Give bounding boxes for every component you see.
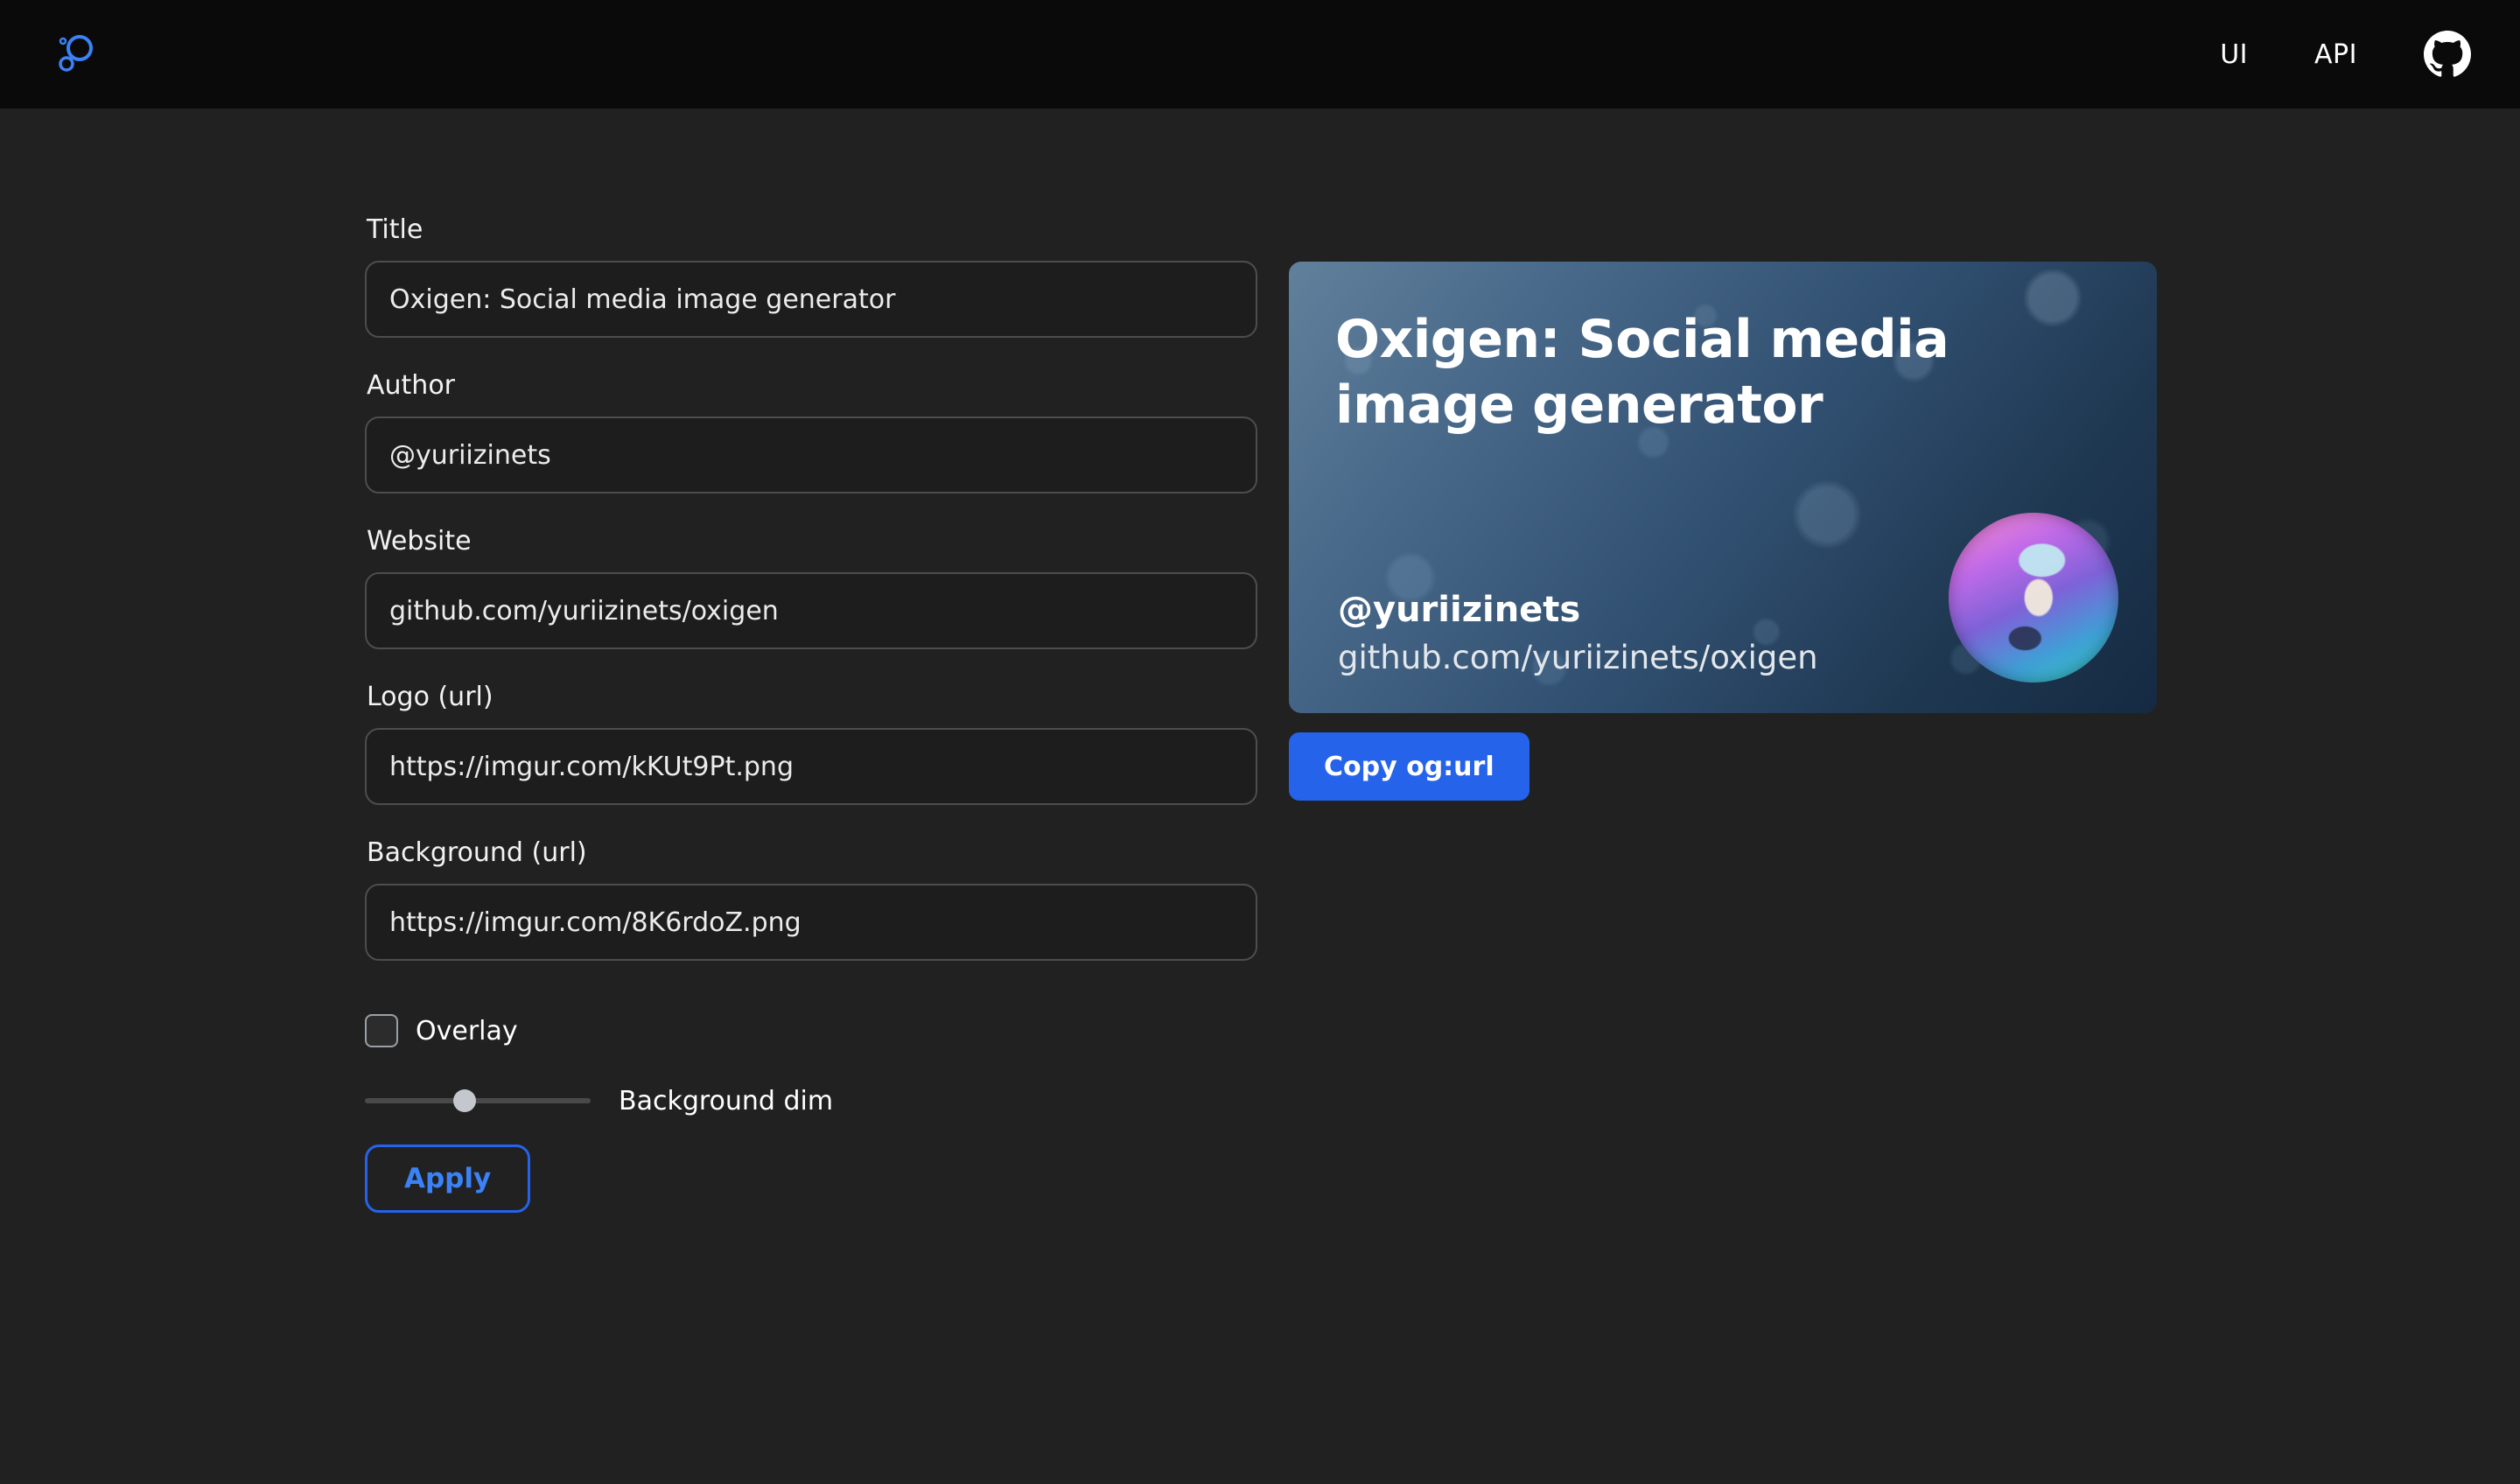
preview-card: Oxigen: Social media image generator @yu… bbox=[1289, 262, 2157, 713]
website-label: Website bbox=[367, 525, 1257, 558]
preview-meta: @yuriizinets github.com/yuriizinets/oxig… bbox=[1338, 590, 1818, 676]
website-input[interactable] bbox=[365, 572, 1257, 649]
author-label: Author bbox=[367, 369, 1257, 402]
generator-form: Title Author Website Logo (url) Backgrou… bbox=[365, 214, 1257, 1213]
logo-url-input[interactable] bbox=[365, 728, 1257, 805]
overlay-row: Overlay bbox=[365, 1013, 1257, 1048]
background-url-input[interactable] bbox=[365, 884, 1257, 961]
preview-logo-avatar bbox=[1949, 513, 2118, 682]
background-dim-row: Background dim bbox=[365, 1080, 1257, 1122]
title-input[interactable] bbox=[365, 261, 1257, 338]
background-url-label: Background (url) bbox=[367, 836, 1257, 870]
dim-slider-thumb[interactable] bbox=[453, 1089, 476, 1112]
app-logo[interactable] bbox=[52, 28, 102, 80]
background-dim-label: Background dim bbox=[619, 1086, 833, 1116]
overlay-label: Overlay bbox=[416, 1016, 518, 1046]
title-label: Title bbox=[367, 214, 1257, 247]
preview-author: @yuriizinets bbox=[1338, 590, 1818, 630]
github-icon[interactable] bbox=[2424, 31, 2471, 78]
preview-title: Oxigen: Social media image generator bbox=[1335, 307, 2114, 438]
main-content: Title Author Website Logo (url) Backgrou… bbox=[0, 108, 2520, 1213]
copy-ogurl-button[interactable]: Copy og:url bbox=[1289, 732, 1530, 801]
nav-link-ui[interactable]: UI bbox=[2220, 39, 2248, 70]
preview-website: github.com/yuriizinets/oxigen bbox=[1338, 639, 1818, 676]
slider-track[interactable] bbox=[365, 1098, 591, 1103]
navbar-links: UI API bbox=[2220, 31, 2471, 78]
navbar: UI API bbox=[0, 0, 2520, 108]
background-dim-slider[interactable] bbox=[365, 1089, 591, 1112]
apply-button[interactable]: Apply bbox=[365, 1144, 530, 1213]
overlay-checkbox[interactable] bbox=[365, 1014, 398, 1047]
nav-link-api[interactable]: API bbox=[2314, 39, 2357, 70]
logo-url-label: Logo (url) bbox=[367, 681, 1257, 714]
preview-section: Oxigen: Social media image generator @yu… bbox=[1289, 262, 2157, 1213]
author-input[interactable] bbox=[365, 416, 1257, 494]
oxigen-logo-icon bbox=[52, 28, 102, 80]
